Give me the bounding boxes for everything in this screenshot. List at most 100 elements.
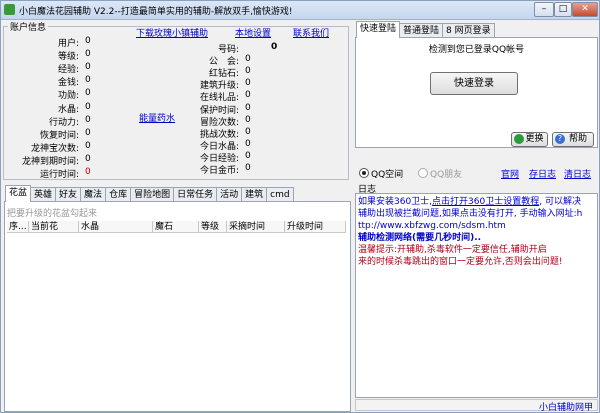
feature-tab[interactable]: 魔法: [80, 187, 107, 202]
account-left-label: 经验:: [57, 65, 79, 76]
account-left-label: 行动力:: [48, 117, 79, 128]
account-right-value: 0: [245, 90, 251, 101]
account-left-value: 0: [85, 167, 91, 177]
feature-tab[interactable]: 好友: [55, 187, 82, 202]
account-left-label: 龙神宝次数:: [30, 143, 79, 154]
account-left-label: 恢复时间:: [39, 130, 79, 141]
login-tab[interactable]: 快速登陆: [356, 21, 401, 38]
radio-dot: [362, 171, 366, 175]
account-left-value: 0: [85, 114, 91, 125]
help-icon: ?: [555, 134, 565, 144]
account-right-value: 0: [245, 54, 251, 65]
feature-tab[interactable]: 花盆: [5, 185, 32, 202]
close-button[interactable]: ✕: [572, 2, 598, 17]
flowerpot-column-header[interactable]: 水晶: [79, 221, 153, 233]
refresh-icon: [514, 134, 524, 144]
log-line: 辅助出现被拦截问题,如果点击没有打开, 手动输入网址:h: [358, 208, 597, 220]
feature-tab[interactable]: 日常任务: [173, 187, 218, 202]
download-rose-town-link[interactable]: 下载玫瑰小镇辅助: [136, 26, 208, 39]
account-right-label: 建筑升级:: [199, 81, 239, 92]
account-right-label: 今日经验:: [199, 153, 239, 164]
official-site-link[interactable]: 官网: [501, 167, 519, 180]
log-line: 来的时候杀毒跳出的窗口一定要允许,否则会出问题!: [358, 256, 597, 268]
account-left-value: 0: [85, 75, 91, 86]
login-tab[interactable]: 8 网页登录: [442, 23, 495, 38]
login-status: 检测到您已登录QQ帐号: [428, 45, 525, 55]
help-label: 帮助: [568, 134, 587, 144]
account-right-value: 0: [245, 163, 251, 173]
qqspace-label: QQ空间: [371, 170, 404, 180]
app-window: 小白魔法花园辅助 V2.2--打造最简单实用的辅助-解放双手,愉快游戏! – □…: [0, 0, 600, 413]
log-line-text: 如果安装360卫士,: [358, 197, 433, 207]
account-right-label: 在线礼品:: [199, 93, 239, 104]
feature-tab[interactable]: cmd: [266, 187, 294, 202]
log-line-text: 温馨提示:开辅助,杀毒软件一定要信任,辅助开启: [358, 245, 547, 255]
account-left-value: 0: [85, 62, 91, 73]
account-right-label: 今日水晶:: [199, 141, 239, 152]
local-settings-link[interactable]: 本地设置: [235, 26, 271, 39]
log-line-text: 辅助出现被拦截问题,如果点击没有打开, 手动输入网址:h: [358, 209, 583, 219]
feature-tab[interactable]: 活动: [216, 187, 243, 202]
login-panel: 检测到您已登录QQ帐号 快速登录 更换 ? 帮助: [355, 37, 598, 148]
log-line: 温馨提示:开辅助,杀毒软件一定要信任,辅助开启: [358, 244, 597, 256]
contact-us-link[interactable]: 联系我们: [293, 26, 329, 39]
account-right-value: 0: [245, 138, 251, 149]
account-left-value: 0: [85, 153, 91, 164]
qqspace-radio[interactable]: [359, 168, 369, 178]
account-right-value: 0: [245, 150, 251, 161]
login-tabs: 快速登陆 普通登陆 8 网页登录: [356, 21, 495, 38]
qqfriend-label: QQ朋友: [430, 170, 463, 180]
log-line-text: ttp://www.xbfzwg.com/sdsm.htm: [358, 221, 506, 231]
account-left-value: 0: [85, 36, 91, 46]
flowerpot-hint: 把要升级的花盆勾起来: [7, 209, 98, 219]
flowerpot-column-header[interactable]: 升级时间: [285, 221, 346, 233]
feature-tab[interactable]: 冒险地图: [130, 187, 175, 202]
account-right-value: 0: [271, 42, 278, 52]
flowerpot-column-header[interactable]: 当前花: [29, 221, 79, 233]
account-right-value: 0: [245, 66, 251, 77]
clear-log-link[interactable]: 清日志: [564, 167, 591, 180]
minimize-button[interactable]: –: [534, 2, 554, 17]
account-right-label: 冒险次数:: [199, 117, 239, 128]
account-left-value: 0: [85, 127, 91, 138]
log-line-text: 辅助检测网络(需要几秒时间)..: [358, 233, 482, 243]
log-line: ttp://www.xbfzwg.com/sdsm.htm: [358, 220, 597, 232]
switch-account-button[interactable]: 更换: [511, 132, 548, 147]
account-left-label: 水晶:: [57, 104, 79, 115]
login-tab[interactable]: 普通登陆: [399, 23, 444, 38]
account-left-label: 用户:: [57, 39, 79, 49]
account-left-value: 0: [85, 49, 91, 60]
save-log-link[interactable]: 存日志: [529, 167, 556, 180]
title-bar: 小白魔法花园辅助 V2.2--打造最简单实用的辅助-解放双手,愉快游戏! – □…: [1, 1, 599, 20]
feature-tab[interactable]: 英雄: [30, 187, 57, 202]
account-right-label: 红钻石:: [208, 69, 239, 80]
account-left-value: 0: [85, 140, 91, 151]
account-left-value: 0: [85, 88, 91, 99]
feature-tab[interactable]: 仓库: [105, 187, 132, 202]
account-left-value: 0: [85, 101, 91, 112]
window-title: 小白魔法花园辅助 V2.2--打造最简单实用的辅助-解放双手,愉快游戏!: [19, 7, 293, 17]
flowerpot-column-header[interactable]: 魔石: [153, 221, 199, 233]
account-left-label: 功勋:: [57, 91, 79, 102]
flowerpot-column-header[interactable]: 采摘时间: [227, 221, 285, 233]
log-line: 辅助检测网络(需要几秒时间)..: [358, 232, 597, 244]
flowerpot-column-header[interactable]: 等级: [199, 221, 227, 233]
log-360-tutorial-link[interactable]: 点击打开360卫士设置教程: [432, 197, 539, 207]
help-button[interactable]: ? 帮助: [552, 132, 594, 147]
flowerpot-column-header[interactable]: 序...: [7, 221, 29, 233]
energy-potion-link[interactable]: 能量药水: [139, 111, 175, 124]
switch-account-label: 更换: [525, 134, 544, 144]
status-bar-text: 小白辅助网甲: [538, 403, 593, 413]
feature-tabs: 花盆 英雄 好友 魔法 仓库 冒险地图 日常任务 活动 建筑 cmd: [5, 185, 294, 202]
log-lines: 如果安装360卫士,点击打开360卫士设置教程, 可以解决 辅助出现被拦截问题,如…: [358, 196, 597, 268]
log-line: 如果安装360卫士,点击打开360卫士设置教程, 可以解决: [358, 196, 597, 208]
account-left-label: 运行时间:: [39, 170, 79, 180]
quick-login-button[interactable]: 快速登录: [430, 72, 518, 95]
flowerpot-table-header: 序... 当前花 水晶 魔石 等级 采摘时间 升级时间: [7, 221, 348, 234]
account-right-value: 0: [245, 102, 251, 113]
qqfriend-radio[interactable]: [418, 168, 428, 178]
account-right-label: 号码:: [217, 45, 239, 55]
maximize-button[interactable]: □: [554, 2, 572, 17]
account-right-value: 0: [245, 78, 251, 89]
feature-tab[interactable]: 建筑: [241, 187, 268, 202]
